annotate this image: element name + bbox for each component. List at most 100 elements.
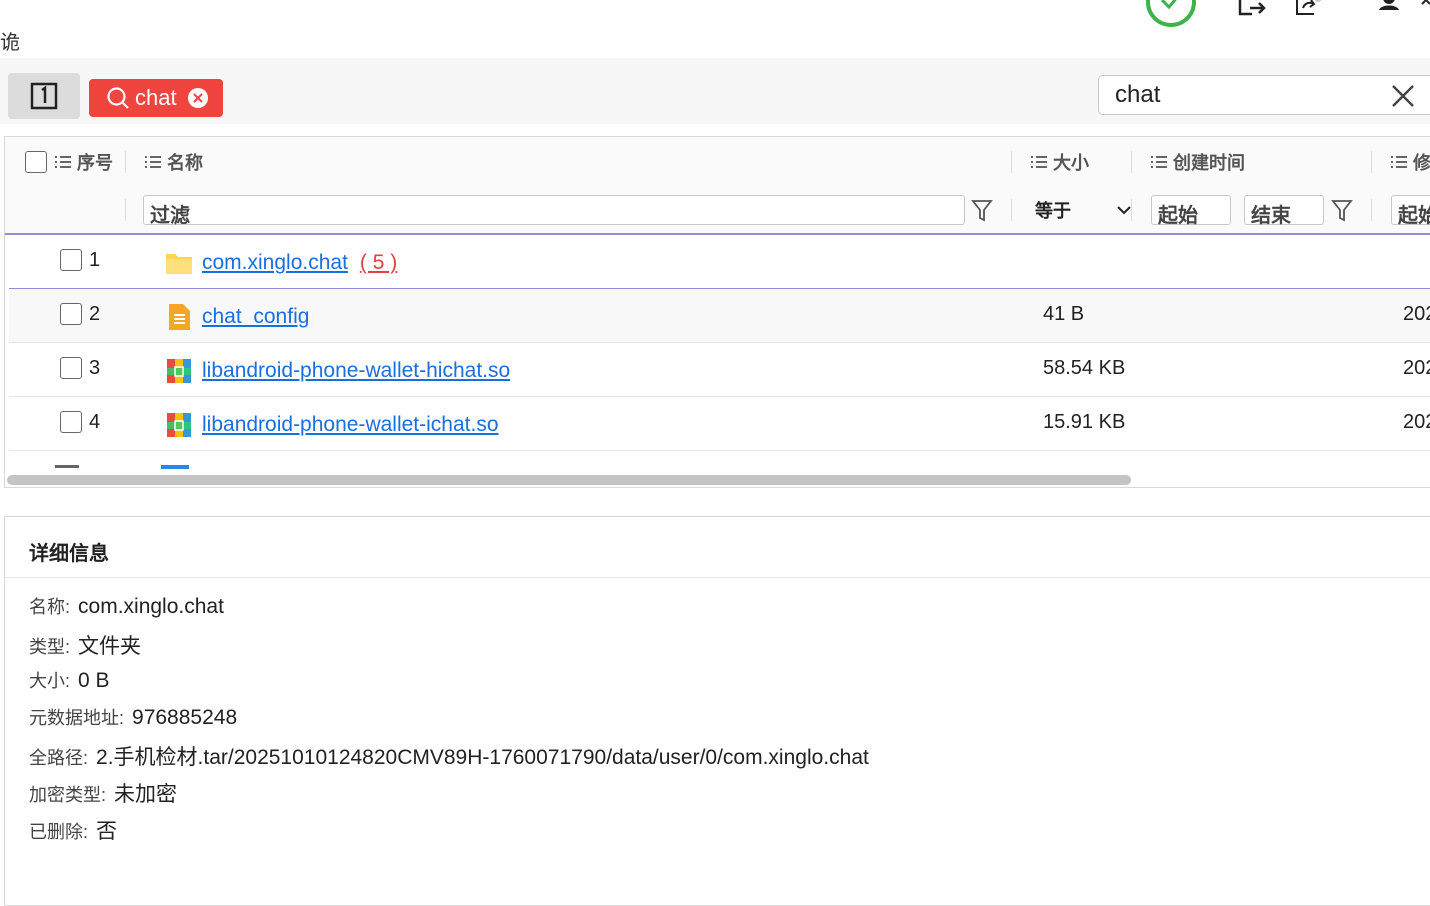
column-divider[interactable] (125, 151, 126, 173)
file-name-link[interactable]: libandroid-phone-wallet-hichat.so (202, 359, 510, 383)
detail-label: 名称: (29, 597, 71, 617)
modified-start-input[interactable]: 起始 (1391, 195, 1430, 227)
close-icon[interactable] (1420, 0, 1430, 24)
search-tag-label: chat (135, 85, 177, 110)
column-divider[interactable] (1131, 151, 1132, 173)
detail-value: 未加密 (114, 783, 178, 806)
detail-name: 名称: com.xinglo.chat (29, 593, 224, 619)
column-divider (1131, 199, 1132, 221)
row-number: 2 (89, 303, 101, 325)
detail-value: 976885248 (132, 706, 238, 729)
archive-icon (167, 359, 191, 383)
column-header-modified[interactable]: 修 (1391, 137, 1430, 187)
column-label: 修 (1413, 153, 1430, 173)
created-time: 202 (1403, 411, 1430, 433)
detail-size: 大小: 0 B (29, 667, 110, 693)
detail-label: 加密类型: (29, 785, 107, 805)
detail-label: 全路径: (29, 748, 89, 768)
column-label: 名称 (167, 153, 203, 173)
single-pane-icon (30, 82, 58, 110)
table-header: 序号 名称 大小 创建时间 修 (5, 137, 1430, 188)
table-row[interactable]: 3 libandroid-phone-wallet-hichat.so 58.5… (9, 343, 1430, 397)
name-filter-input[interactable]: 过滤 (143, 195, 965, 227)
detail-label: 元数据地址: (29, 708, 125, 728)
column-divider (1371, 199, 1372, 221)
details-title: 详细信息 (29, 543, 109, 565)
file-size: 41 B (1043, 303, 1085, 325)
list-icon (1151, 156, 1167, 168)
user-icon[interactable] (1376, 0, 1406, 24)
column-divider[interactable] (1371, 151, 1372, 173)
search-icon (107, 87, 129, 109)
clipboard-share-icon[interactable] (1294, 0, 1324, 24)
search-tag-bar: chat (0, 58, 1430, 124)
search-input[interactable] (1115, 80, 1375, 110)
detail-full-path: 全路径: 2.手机检材.tar/20251010124820CMV89H-1760… (29, 741, 869, 771)
column-header-name[interactable]: 名称 (145, 137, 203, 187)
file-name-link[interactable]: com.xinglo.chat ( 5 ) (202, 251, 397, 275)
column-header-created[interactable]: 创建时间 (1151, 137, 1245, 187)
table-row[interactable]: 2 chat_config 41 B 202 (9, 289, 1430, 343)
list-icon (1391, 156, 1407, 168)
list-icon (55, 156, 71, 168)
shield-check-icon[interactable] (1144, 0, 1198, 30)
created-end-input[interactable]: 结束 (1244, 195, 1324, 227)
detail-type: 类型: 文件夹 (29, 630, 141, 660)
column-label: 序号 (77, 153, 113, 173)
remove-tag-icon[interactable] (187, 87, 209, 109)
partial-row-checkbox (55, 465, 79, 468)
filter-funnel-icon[interactable] (1331, 199, 1353, 223)
table-row[interactable]: 4 libandroid-phone-wallet-ichat.so 15.91… (9, 397, 1430, 451)
table-row[interactable]: 1 com.xinglo.chat ( 5 ) (9, 235, 1430, 289)
folder-icon (166, 254, 192, 274)
detail-deleted: 已删除: 否 (29, 815, 117, 845)
detail-value: com.xinglo.chat (78, 595, 224, 618)
details-divider (5, 577, 1430, 578)
horizontal-scrollbar[interactable] (7, 475, 1131, 485)
filter-row: 过滤 等于 起始 结束 起始 (5, 187, 1430, 235)
column-label: 大小 (1053, 153, 1089, 173)
partial-row-icon (161, 465, 189, 469)
created-start-input[interactable]: 起始 (1151, 195, 1231, 227)
search-input-box[interactable] (1098, 75, 1430, 115)
detail-value: 0 B (78, 669, 110, 692)
detail-value: 2.手机检材.tar/20251010124820CMV89H-17600717… (96, 746, 869, 769)
chevron-down-icon (1117, 206, 1131, 215)
detail-value: 文件夹 (78, 635, 142, 658)
row-checkbox[interactable] (60, 303, 82, 325)
row-number: 4 (89, 411, 101, 433)
detail-encryption: 加密类型: 未加密 (29, 778, 177, 808)
file-table: 序号 名称 大小 创建时间 修 过滤 等于 起始 结束 起始 1 com.xin… (4, 136, 1430, 488)
row-checkbox[interactable] (60, 411, 82, 433)
detail-value: 否 (96, 820, 118, 843)
detail-label: 大小: (29, 671, 71, 691)
row-checkbox[interactable] (60, 357, 82, 379)
file-size: 15.91 KB (1043, 411, 1126, 433)
file-name-link[interactable]: libandroid-phone-wallet-ichat.so (202, 413, 499, 437)
export-icon[interactable] (1236, 0, 1266, 24)
archive-icon (167, 413, 191, 437)
clear-search-icon[interactable] (1391, 84, 1415, 108)
file-name-link[interactable]: chat_config (202, 305, 309, 329)
created-time: 202 (1403, 303, 1430, 325)
select-all-checkbox[interactable] (25, 151, 47, 173)
top-toolbar: 诡 (0, 0, 1430, 58)
layout-toggle-button[interactable] (8, 73, 80, 119)
window-title-fragment: 诡 (0, 32, 20, 54)
column-divider[interactable] (1011, 151, 1012, 173)
search-tag[interactable]: chat (89, 79, 223, 117)
column-divider (125, 199, 126, 221)
list-icon (145, 156, 161, 168)
file-name: com.xinglo.chat (202, 251, 348, 274)
child-count: ( 5 ) (359, 251, 398, 274)
row-checkbox[interactable] (60, 249, 82, 271)
filter-funnel-icon[interactable] (971, 199, 993, 223)
size-operator-value: 等于 (1035, 201, 1071, 221)
column-divider (1011, 199, 1012, 221)
list-icon (1031, 156, 1047, 168)
row-number: 1 (89, 249, 101, 271)
size-operator-select[interactable]: 等于 (1035, 195, 1135, 225)
column-header-size[interactable]: 大小 (1031, 137, 1089, 187)
details-panel: 详细信息 名称: com.xinglo.chat 类型: 文件夹 大小: 0 B 元数… (4, 516, 1430, 906)
column-header-index[interactable]: 序号 (55, 137, 113, 187)
